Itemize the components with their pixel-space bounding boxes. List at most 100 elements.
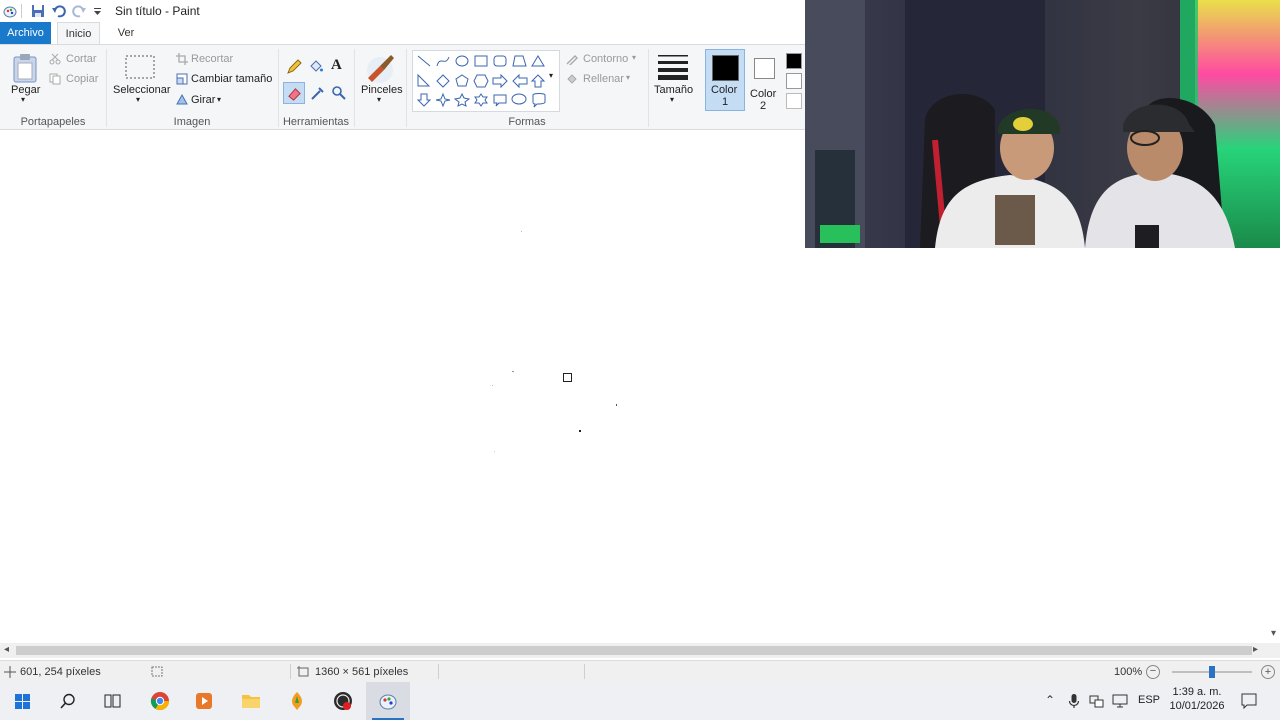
resize-icon [176,73,188,85]
paint-icon [379,694,397,710]
outline-button[interactable]: Contorno [583,53,628,65]
taskbar-fl-studio[interactable] [275,682,319,720]
language-indicator[interactable]: ESP [1138,694,1160,706]
size-dropdown-icon[interactable]: ▾ [670,95,674,104]
color2-label: Color [750,88,777,100]
taskbar-file-explorer[interactable] [229,682,273,720]
eraser-tool-selected[interactable] [283,82,305,104]
group-divider [648,49,649,127]
scrollbar-thumb[interactable] [16,646,1252,655]
magnifier-icon[interactable] [331,85,347,101]
canvas-speck [521,231,522,232]
customize-toolbar-icon[interactable] [91,3,107,19]
paste-button[interactable]: Pegar [11,84,40,96]
pencil-icon[interactable] [286,59,302,75]
tab-view[interactable]: Ver [108,22,144,44]
palette-swatch-white[interactable] [786,73,802,89]
rotate-dropdown-icon[interactable]: ▾ [217,95,221,104]
color2-swatch [754,58,775,79]
fill-icon [567,74,577,84]
show-hidden-icons-chevron-icon[interactable]: ⌃ [1045,693,1055,707]
microphone-icon[interactable] [1068,693,1080,709]
outline-dropdown-icon[interactable]: ▾ [632,53,636,62]
zoom-level: 100% [1114,666,1143,678]
select-icon[interactable] [125,55,155,79]
scroll-down-arrow-icon[interactable]: ▾ [1271,628,1276,639]
redo-icon[interactable] [71,3,87,19]
taskbar-chrome[interactable] [138,682,182,720]
status-bar: 601, 254 píxeles 1360 × 561 píxeles 100%… [0,660,1280,682]
palette-swatch-empty[interactable] [786,93,802,109]
scroll-right-arrow-icon[interactable]: ▸ [1253,644,1258,655]
notifications-icon[interactable] [1241,693,1257,709]
fill-bucket-icon[interactable] [308,59,324,75]
scroll-left-arrow-icon[interactable]: ◂ [4,644,9,655]
save-icon[interactable] [30,3,46,19]
task-view-button[interactable] [90,682,134,720]
search-button[interactable] [46,682,90,720]
color1-number: 1 [722,96,729,108]
brushes-button[interactable]: Pinceles [361,84,403,96]
size-icon[interactable] [657,53,689,81]
palette-swatch-black[interactable] [786,53,802,69]
tab-file[interactable]: Archivo [0,22,51,44]
clock-time: 1:39 a. m. [1172,686,1222,698]
taskbar-media-player[interactable] [182,682,226,720]
horizontal-scrollbar[interactable]: ◂ ▸ [0,643,1280,658]
group-label-image: Imagen [173,116,211,128]
start-button[interactable] [0,682,44,720]
undo-icon[interactable] [51,3,67,19]
text-tool-icon[interactable]: A [331,57,342,74]
status-divider [584,664,585,679]
brushes-dropdown-icon[interactable]: ▾ [377,95,381,104]
network-icon[interactable] [1089,694,1105,708]
clock[interactable]: 1:39 a. m. 10/01/2026 [1162,686,1232,712]
outline-icon [566,55,578,65]
taskbar-obs[interactable] [321,682,365,720]
media-player-icon [196,693,212,709]
color2-selector[interactable]: Color 2 [748,49,782,112]
shapes-gallery[interactable] [412,50,560,112]
webcam-scene [805,0,1280,248]
select-button[interactable]: Seleccionar [113,84,170,96]
crop-icon [176,53,188,65]
status-divider [290,664,291,679]
canvas-speck [616,404,617,406]
cut-icon [49,53,61,65]
crop-button[interactable]: Recortar [191,53,233,65]
select-dropdown-icon[interactable]: ▾ [136,95,140,104]
zoom-in-button[interactable]: + [1261,665,1275,679]
brush-icon[interactable] [364,52,396,84]
resize-button[interactable]: Cambiar tamaño [191,73,272,85]
fill-button[interactable]: Rellenar [583,73,624,85]
taskbar-paint[interactable] [366,682,410,720]
color1-selector[interactable]: Color 1 [705,49,745,111]
tab-home[interactable]: Inicio [57,22,100,44]
webcam-overlay-image [805,0,1280,248]
cut-button[interactable]: Cortar [66,53,97,65]
canvas-speck [494,451,495,452]
rotate-button[interactable]: Girar [191,94,215,106]
chrome-icon [150,692,169,711]
fill-dropdown-icon[interactable]: ▾ [626,73,630,82]
window-title: Sin título - Paint [115,4,200,18]
shapes-more-icon[interactable]: ▾ [549,71,553,80]
canvas-size-icon [297,666,309,677]
zoom-slider-thumb[interactable] [1209,666,1215,678]
fl-studio-icon [292,692,302,710]
status-divider [438,664,439,679]
display-icon[interactable] [1112,694,1128,708]
color1-label: Color [711,84,738,96]
paste-icon[interactable] [12,53,38,83]
paste-dropdown-icon[interactable]: ▾ [21,95,25,104]
folder-icon [242,695,260,708]
canvas-speck [579,430,581,432]
group-divider [354,49,355,127]
copy-button[interactable]: Copiar [66,73,98,85]
zoom-out-button[interactable]: − [1146,665,1160,679]
search-icon [60,693,75,709]
cursor-position: 601, 254 píxeles [20,666,101,678]
paint-app-icon[interactable] [2,3,18,19]
canvas-size: 1360 × 561 píxeles [315,666,409,678]
color-picker-icon[interactable] [310,85,326,101]
